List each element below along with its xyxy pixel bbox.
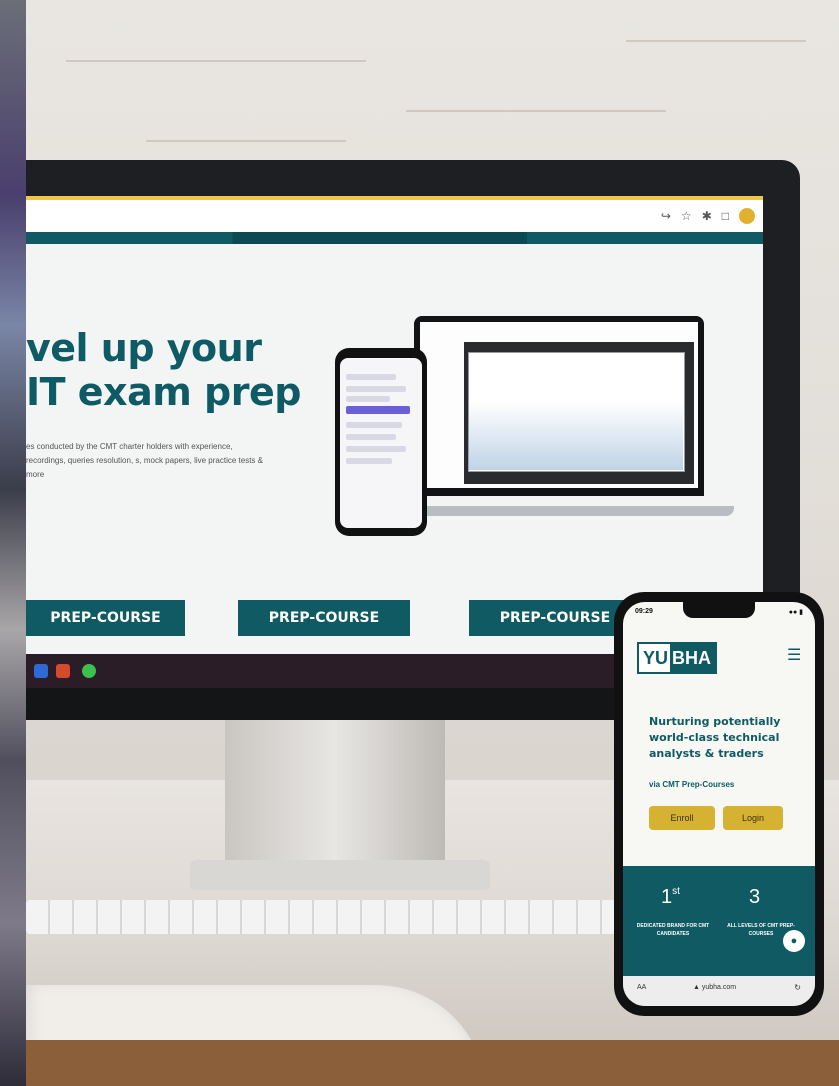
star-icon[interactable]: ☆ [681, 208, 692, 224]
prep-course-button-2[interactable]: PREP-COURSE [238, 600, 410, 636]
profile-avatar[interactable] [739, 208, 755, 224]
chat-icon[interactable]: ● [783, 930, 805, 952]
tagline: Nurturing potentially world-class techni… [649, 715, 781, 760]
mobile-url-bar[interactable]: AA ▲ yubha.com ↻ [623, 976, 815, 1006]
desk-edge [26, 1040, 839, 1086]
logo-text-part2: BHA [670, 644, 716, 672]
laptop-base [398, 506, 734, 516]
browser-toolbar: ↪ ☆ ✱ □ [26, 196, 763, 232]
taskbar-app-icon[interactable] [34, 664, 48, 678]
small-phone-illustration [335, 348, 427, 536]
phone-screen: 09:29 ●● ▮ YU BHA ☰ Nurturing potentiall… [623, 602, 815, 1006]
phone-notch [683, 602, 755, 618]
stats-panel: 1st DEDICATED BRAND FOR CMT CANDIDATES 3… [623, 866, 815, 976]
monitor-stand-foot [190, 860, 490, 890]
stat-1-caption: DEDICATED BRAND FOR CMT CANDIDATES [636, 923, 710, 937]
left-photo-strip [0, 0, 26, 1086]
photo-scene: ↪ ☆ ✱ □ vel up your IT exam prep es cond… [0, 0, 839, 1086]
hero-description: es conducted by the CMT charter holders … [26, 442, 263, 479]
enroll-button[interactable]: Enroll [649, 806, 715, 830]
text-size-button[interactable]: AA [637, 984, 646, 991]
logo-text-part1: YU [639, 644, 671, 672]
share-icon[interactable]: ↪ [661, 208, 671, 224]
status-time: 09:29 [635, 608, 653, 615]
monitor-screen: ↪ ☆ ✱ □ vel up your IT exam prep es cond… [26, 196, 763, 654]
sidebar-icon[interactable]: □ [722, 208, 729, 224]
monitor-stand [225, 720, 445, 870]
status-icons: ●● ▮ [788, 609, 803, 616]
reload-icon[interactable]: ↻ [794, 983, 801, 992]
hamburger-menu-icon[interactable]: ☰ [787, 648, 803, 664]
login-button[interactable]: Login [723, 806, 783, 830]
via-text: via CMT Prep-Courses [649, 780, 735, 789]
stat-2-number: 3 [749, 886, 761, 908]
front-phone: 09:29 ●● ▮ YU BHA ☰ Nurturing potentiall… [614, 592, 824, 1016]
hero-title: vel up your IT exam prep [26, 326, 301, 414]
keyboard [26, 900, 616, 934]
yubha-logo[interactable]: YU BHA [637, 642, 718, 674]
site-header-band [26, 232, 763, 244]
prep-course-button-1[interactable]: PREP-COURSE [26, 600, 185, 636]
whatsapp-icon[interactable] [82, 664, 96, 678]
taskbar-app-icon[interactable] [56, 664, 70, 678]
extensions-icon[interactable]: ✱ [702, 208, 712, 224]
url-text[interactable]: ▲ yubha.com [693, 984, 736, 991]
stat-1-number: 1st [661, 886, 680, 908]
laptop-illustration [414, 316, 704, 496]
